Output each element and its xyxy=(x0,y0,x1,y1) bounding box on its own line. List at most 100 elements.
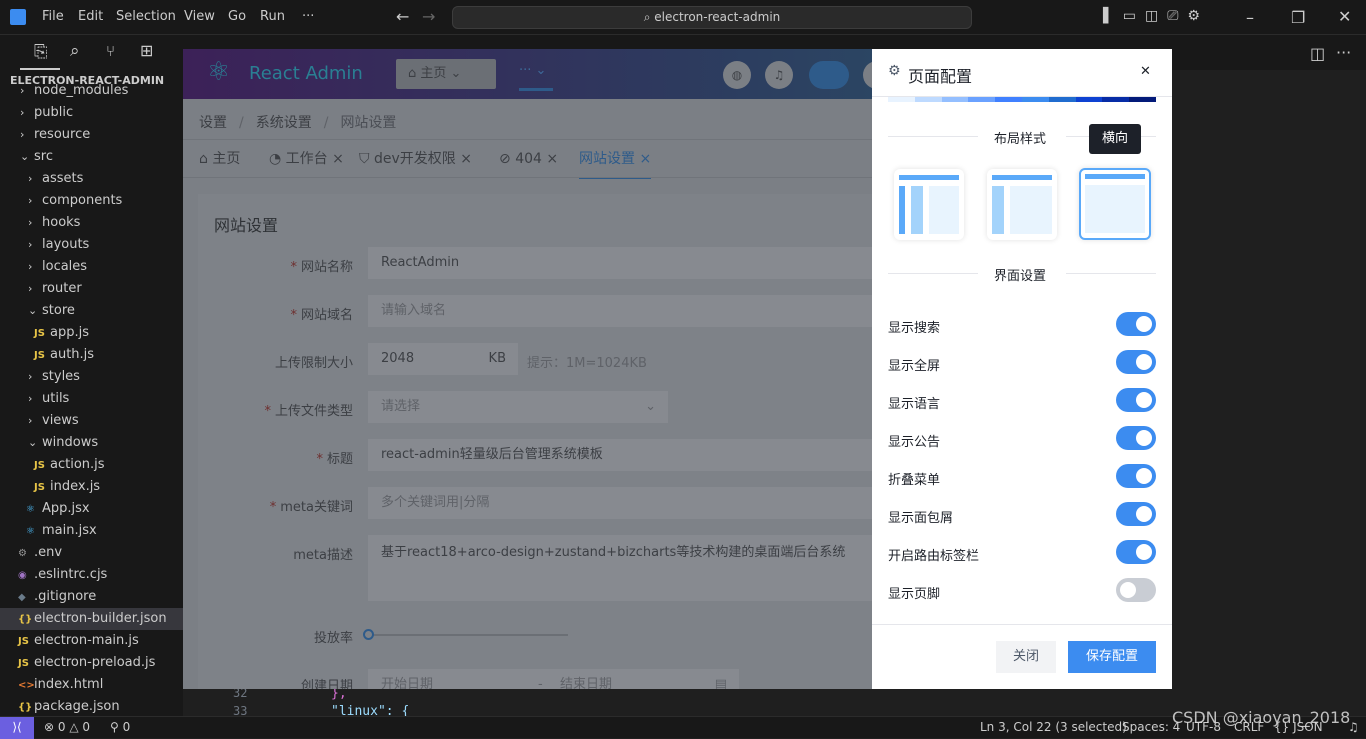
folder-item[interactable]: › public xyxy=(0,102,73,124)
toggle-switch[interactable] xyxy=(1116,578,1156,602)
file-item[interactable]: JS action.js xyxy=(0,454,105,476)
toggle-switch[interactable] xyxy=(1116,350,1156,374)
palette-swatch[interactable] xyxy=(1129,97,1156,102)
problems-status[interactable]: ⊗ 0 △ 0 xyxy=(44,720,90,734)
toggle-switch[interactable] xyxy=(1116,388,1156,412)
toggle-switch[interactable] xyxy=(1116,464,1156,488)
more-actions-icon[interactable]: ··· xyxy=(1336,43,1351,62)
file-item[interactable]: {} electron-builder.json xyxy=(0,608,183,630)
tab-1[interactable]: ◔ 工作台 × xyxy=(269,139,344,179)
close-tab-icon[interactable]: × xyxy=(635,151,651,167)
folder-item[interactable]: › layouts xyxy=(0,234,89,256)
menu-3[interactable]: View xyxy=(184,9,215,24)
menu-4[interactable]: Go xyxy=(228,9,246,24)
palette-swatch[interactable] xyxy=(914,97,942,102)
close-icon[interactable]: ✕ xyxy=(1140,64,1151,79)
palette-swatch[interactable] xyxy=(968,97,996,102)
restore-icon[interactable]: ❐ xyxy=(1291,8,1305,27)
palette-swatch[interactable] xyxy=(888,97,915,102)
file-item[interactable]: JS auth.js xyxy=(0,344,94,366)
close-tab-icon[interactable]: × xyxy=(542,151,558,167)
file-item[interactable]: ⚛ main.jsx xyxy=(0,520,97,542)
palette-swatch[interactable] xyxy=(1102,97,1130,102)
menu-5[interactable]: Run xyxy=(260,9,285,24)
file-item[interactable]: ⚙ .env xyxy=(0,542,62,564)
desc-textarea[interactable]: 基于react18+arco-design+zustand+bizcharts等… xyxy=(368,535,888,601)
upload-limit-input[interactable]: 2048 KB xyxy=(368,343,518,375)
folder-item[interactable]: › components xyxy=(0,190,122,212)
menu-1[interactable]: Edit xyxy=(78,9,103,24)
toggle-switch[interactable] xyxy=(1116,426,1156,450)
folder-item[interactable]: ⌄ src xyxy=(0,146,53,168)
close-button[interactable]: 关闭 xyxy=(996,641,1056,673)
minimize-icon[interactable]: – xyxy=(1246,8,1254,27)
tab-4[interactable]: 网站设置 × xyxy=(579,139,652,179)
folder-item[interactable]: ⌄ store xyxy=(0,300,75,322)
split-editor-icon[interactable]: ◫ xyxy=(1310,44,1325,63)
palette-swatch[interactable] xyxy=(1021,97,1049,102)
tab-0[interactable]: ⌂ 主页 xyxy=(199,139,240,179)
ports-status[interactable]: ⚲ 0 xyxy=(110,720,130,734)
save-config-button[interactable]: 保存配置 xyxy=(1068,641,1156,673)
keywords-input[interactable]: 多个关键词用|分隔 xyxy=(368,487,888,519)
command-center-search[interactable]: ⌕ electron-react-admin xyxy=(452,6,972,29)
close-tab-icon[interactable]: × xyxy=(456,151,472,167)
file-item[interactable]: ◆ .gitignore xyxy=(0,586,96,608)
more-menu[interactable]: ··· ⌄ xyxy=(519,63,553,91)
back-icon[interactable]: ← xyxy=(396,7,409,26)
layout-option-classic[interactable] xyxy=(987,169,1057,240)
file-item[interactable]: JS electron-main.js xyxy=(0,630,139,652)
extensions-icon[interactable]: ⊞ xyxy=(140,41,153,60)
close-tab-icon[interactable]: × xyxy=(328,151,344,167)
rate-slider-handle[interactable] xyxy=(363,629,374,640)
layout-option-vertical[interactable] xyxy=(894,169,964,240)
forward-icon[interactable]: → xyxy=(422,7,435,26)
file-item[interactable]: JS electron-preload.js xyxy=(0,652,155,674)
folder-item[interactable]: › router xyxy=(0,278,82,300)
file-item[interactable]: {} package.json xyxy=(0,696,120,718)
file-item[interactable]: JS index.js xyxy=(0,476,100,498)
folder-item[interactable]: › views xyxy=(0,410,79,432)
rate-slider-track[interactable] xyxy=(368,634,568,636)
tab-3[interactable]: ⊘ 404 × xyxy=(499,139,558,179)
source-control-icon[interactable]: ⑂ xyxy=(106,42,115,60)
date-range-picker[interactable]: 开始日期 - 结束日期 ▤ xyxy=(368,669,739,689)
file-type-select[interactable]: 请选择 ⌄ xyxy=(368,391,668,423)
search-icon[interactable]: ⌕ xyxy=(70,41,80,61)
close-window-icon[interactable]: ✕ xyxy=(1338,7,1351,26)
bell-icon[interactable]: ♫ xyxy=(765,61,793,89)
theme-toggle[interactable] xyxy=(809,61,849,89)
file-item[interactable]: <>index.html xyxy=(0,674,103,696)
folder-item[interactable]: › styles xyxy=(0,366,80,388)
remote-button[interactable]: ⟩⟨ xyxy=(0,717,34,739)
palette-swatch[interactable] xyxy=(941,97,969,102)
title-input[interactable]: react-admin轻量级后台管理系统模板 xyxy=(368,439,888,471)
folder-item[interactable]: › assets xyxy=(0,168,83,190)
file-item[interactable]: ⚛ App.jsx xyxy=(0,498,90,520)
menu-0[interactable]: File xyxy=(42,9,64,24)
toggle-switch[interactable] xyxy=(1116,502,1156,526)
toggle-switch[interactable] xyxy=(1116,540,1156,564)
folder-item[interactable]: › locales xyxy=(0,256,87,278)
folder-item[interactable]: › utils xyxy=(0,388,69,410)
site-name-input[interactable]: ReactAdmin xyxy=(368,247,888,279)
menu-6[interactable]: ··· xyxy=(302,9,314,24)
home-menu[interactable]: ⌂ 主页 ⌄ xyxy=(396,59,496,89)
file-item[interactable]: ◉ .eslintrc.cjs xyxy=(0,564,107,586)
palette-swatch[interactable] xyxy=(995,97,1022,102)
explorer-icon[interactable]: ⎘ xyxy=(34,42,48,62)
domain-input[interactable]: 请输入域名 xyxy=(368,295,888,327)
palette-swatch[interactable] xyxy=(1048,97,1076,102)
tab-2[interactable]: ⛉ dev开发权限 × xyxy=(359,139,472,179)
file-item[interactable]: JS app.js xyxy=(0,322,89,344)
folder-item[interactable]: ⌄ windows xyxy=(0,432,98,454)
toggle-switch[interactable] xyxy=(1116,312,1156,336)
palette-swatch[interactable] xyxy=(1075,97,1103,102)
cursor-position[interactable]: Ln 3, Col 22 (3 selected) xyxy=(980,720,1127,734)
folder-item[interactable]: › resource xyxy=(0,124,90,146)
layout-icons[interactable]: ▌▭◫⎚⚙ xyxy=(1103,8,1209,24)
folder-item[interactable]: › hooks xyxy=(0,212,80,234)
menu-2[interactable]: Selection xyxy=(116,9,176,24)
folder-item[interactable]: › node_modules xyxy=(0,80,128,102)
language-icon[interactable]: ◍ xyxy=(723,61,751,89)
